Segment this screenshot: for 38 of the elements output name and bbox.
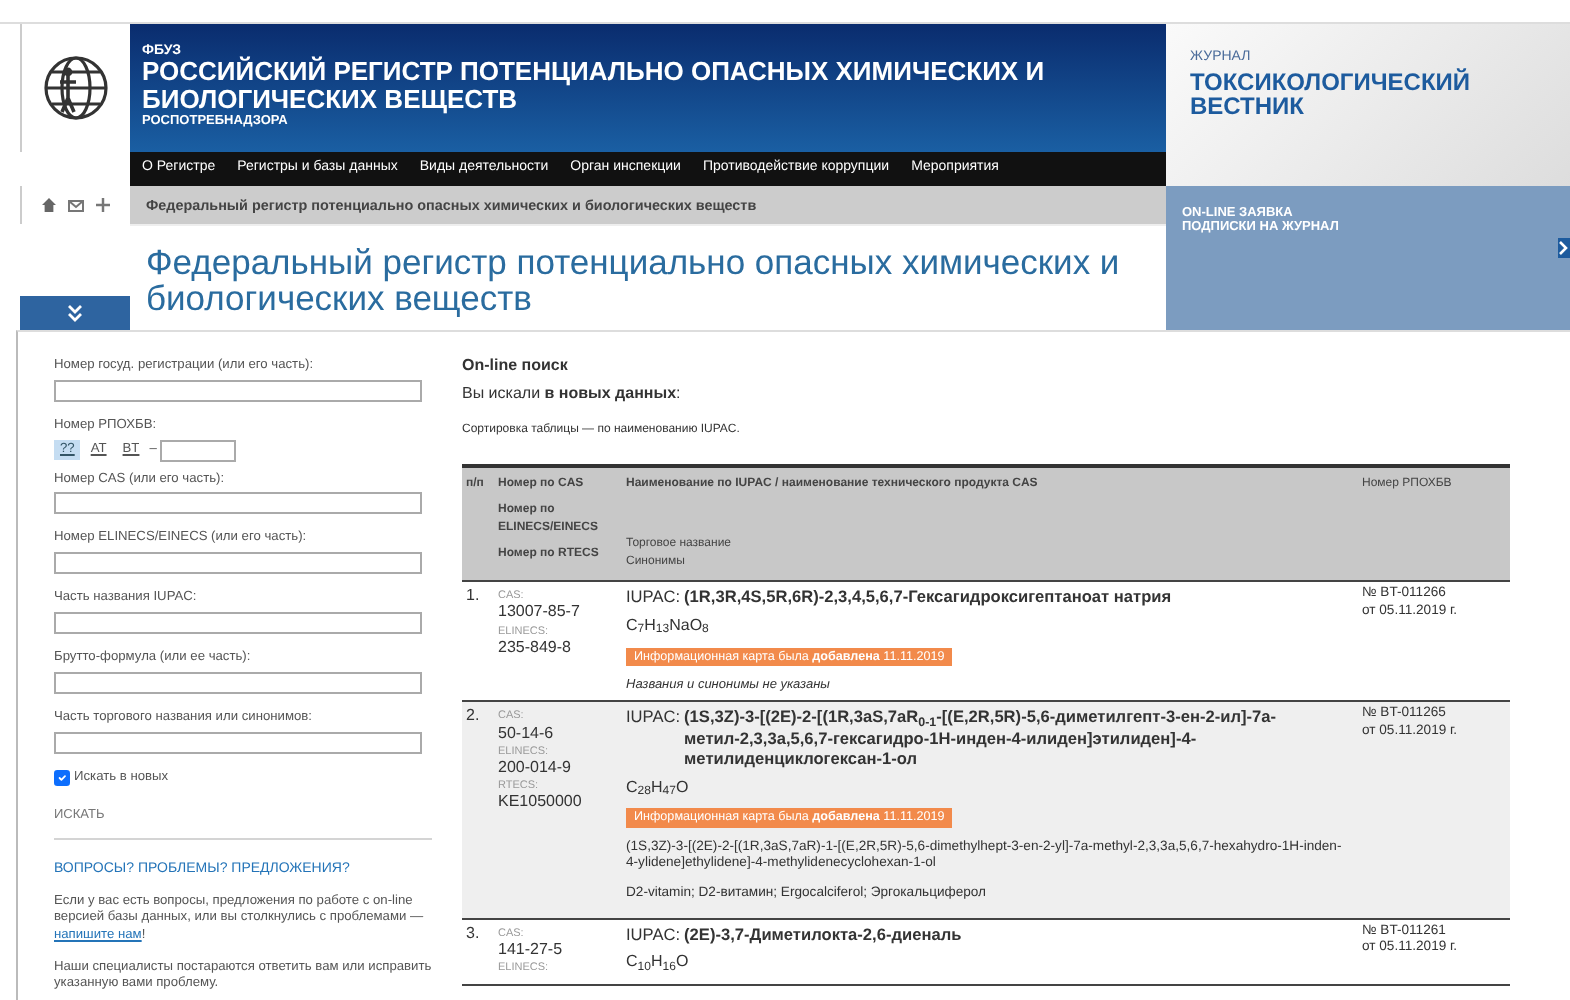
section-heading: On-line поиск bbox=[462, 355, 570, 375]
input-field[interactable] bbox=[54, 552, 422, 575]
iupac-label: IUPAC: bbox=[626, 923, 681, 945]
row-number: 2. bbox=[466, 706, 482, 729]
mail-icon[interactable] bbox=[68, 199, 84, 211]
input-field[interactable] bbox=[54, 731, 422, 754]
id-value: 141-27-5 bbox=[498, 939, 565, 958]
formula-text: C$_{28}$H$_{47}$O bbox=[626, 779, 691, 797]
chevron-icon bbox=[66, 303, 84, 322]
iupac-label: IUPAC: bbox=[626, 586, 681, 608]
input-field[interactable] bbox=[54, 492, 422, 515]
journal-title: ТОКСИКОЛОГИЧЕСКИЙ ВЕСТНИК bbox=[1190, 69, 1473, 120]
iupac-link[interactable]: (1S,3Z)-3-[(2E)-2-[(1R,3aS,7aR$_{0-1}$-[(E,2R,5R)-5,6-диметилгепт-3-ен-2-ил]-7а-метил-2,3,3а,5,6,7-гексагидро-1Н-инден-4-илиден]этилиден]-4-метилиденциклогексан-1-ол bbox=[684, 706, 1346, 770]
formula-text: C$_{10}$H$_{16}$O bbox=[626, 954, 691, 972]
id-value: 200-014-9 bbox=[498, 757, 573, 776]
id-value: 50-14-6 bbox=[498, 723, 556, 742]
site-title: РОССИЙСКИЙ РЕГИСТР ПОТЕНЦИАЛЬНО ОПАСНЫХ ХИМИЧЕСКИХ И БИОЛОГИЧЕСКИХ ВЕЩЕСТВ bbox=[142, 58, 1047, 113]
iupac-link[interactable]: (2E)-3,7-Диметилокта-2,6-диеналь bbox=[684, 923, 962, 945]
iupac-link[interactable]: (1R,3R,4S,5R,6R)-2,3,4,5,6,7-Гексагидроксигептаноат натрия bbox=[684, 586, 1172, 608]
globe-icon bbox=[42, 54, 110, 122]
page-title: Федеральный регистр потенциально опасных химических и биологических веществ bbox=[130, 224, 1166, 330]
number-field[interactable] bbox=[160, 439, 237, 462]
id-value: 13007-85-7 bbox=[498, 602, 582, 622]
input-field[interactable] bbox=[54, 379, 422, 402]
row-number: 3. bbox=[466, 923, 482, 946]
query-text: Вы искали в новых данных: bbox=[462, 382, 683, 407]
id-value: KE1050000 bbox=[498, 792, 584, 811]
expand-button[interactable] bbox=[20, 295, 130, 330]
id-value: 235-849-8 bbox=[498, 637, 573, 656]
chevron-icon[interactable] bbox=[1558, 238, 1570, 258]
input-field[interactable] bbox=[54, 612, 422, 635]
row-number: 1. bbox=[466, 586, 482, 609]
formula-text: C$_{7}$H$_{13}$NaO$_{8}$ bbox=[626, 617, 711, 635]
asterisk-icon[interactable] bbox=[96, 198, 110, 212]
input-field[interactable] bbox=[54, 672, 422, 695]
new-data-checkbox[interactable] bbox=[54, 769, 70, 786]
home-icon[interactable] bbox=[42, 198, 56, 212]
iupac-label: IUPAC: bbox=[626, 706, 681, 731]
